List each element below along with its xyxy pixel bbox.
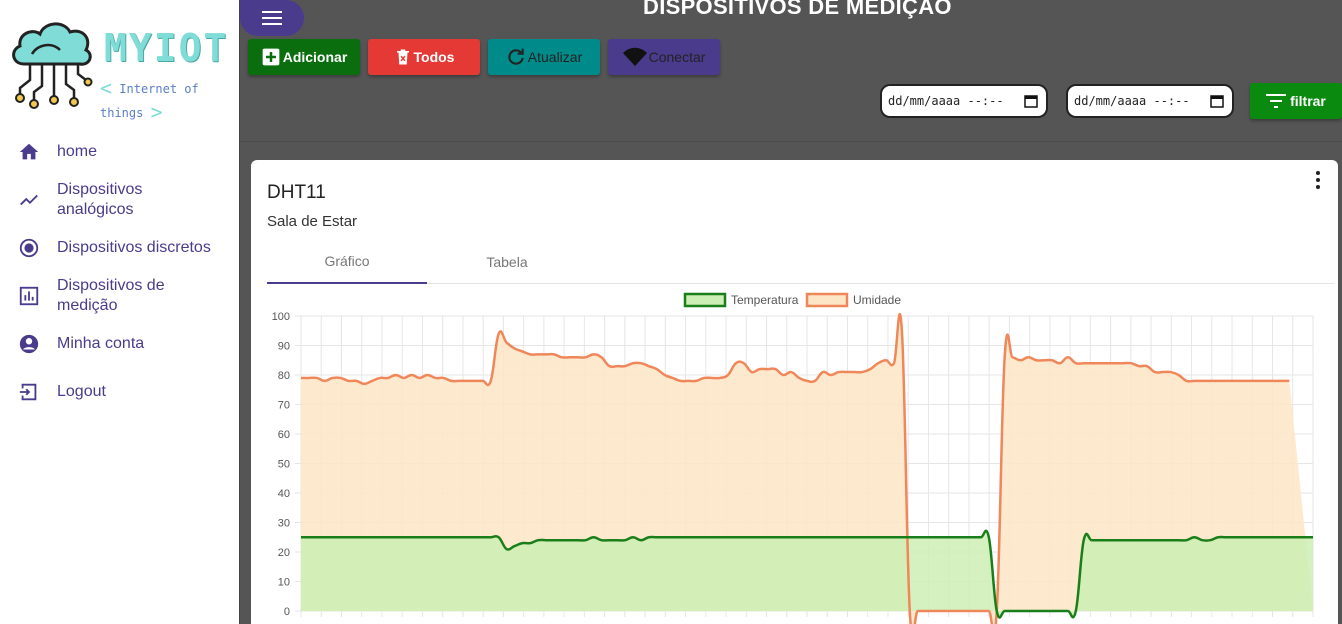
device-title: DHT11: [267, 182, 326, 203]
sidebar-nav: home Dispositivos analógicos Dispositivo…: [0, 128, 240, 416]
y-tick-label: 0: [284, 606, 290, 618]
bar-chart-icon: [16, 283, 42, 309]
brand-title: MYIOT: [104, 26, 229, 70]
refresh-button-label: Atualizar: [527, 49, 583, 65]
y-tick-label: 80: [278, 370, 290, 382]
sidebar-item-account[interactable]: Minha conta: [0, 320, 240, 368]
radio-button-icon: [16, 235, 42, 261]
card-tabs: Gráfico Tabela: [267, 240, 1334, 284]
device-card: DHT11 Sala de Estar Gráfico Tabela 0 10 20…: [251, 160, 1338, 624]
sidebar-item-label: Minha conta: [57, 335, 145, 352]
brand-subtitle-text: Internet of things: [100, 82, 199, 120]
legend-swatch-temperature: [683, 292, 727, 308]
legend-label-temperature: Temperatura: [731, 293, 799, 307]
legend-swatch-humidity: [805, 292, 849, 308]
chevron-right-icon: >: [150, 100, 163, 124]
delete-all-button-label: Todos: [413, 49, 455, 65]
measurement-chart: 0 10 20 30 40 50 60 70 80 90 100 Temperatura Umidade: [272, 292, 1314, 624]
home-icon: [16, 139, 42, 165]
sidebar-item-discrete-devices[interactable]: Dispositivos discretos: [0, 224, 240, 272]
header-divider: [240, 141, 1342, 142]
legend-label-humidity: Umidade: [853, 293, 901, 307]
start-datetime-placeholder: dd/mm/aaaa --:--: [888, 94, 1004, 108]
refresh-button[interactable]: Atualizar: [488, 39, 600, 75]
end-datetime-placeholder: dd/mm/aaaa --:--: [1074, 94, 1190, 108]
wifi-icon: [622, 47, 647, 66]
sidebar-item-logout[interactable]: Logout: [0, 368, 240, 416]
filter-button-label: filtrar: [1290, 93, 1326, 109]
menu-toggle-button[interactable]: [240, 0, 304, 36]
more-vert-icon: [1316, 171, 1320, 189]
filter-list-icon: [1266, 94, 1287, 108]
start-datetime-input[interactable]: dd/mm/aaaa --:--: [880, 84, 1048, 118]
more-options-button[interactable]: [1308, 170, 1328, 190]
logout-icon: [16, 379, 42, 405]
y-tick-label: 20: [278, 547, 290, 559]
y-tick-label: 70: [278, 400, 290, 412]
brand-subtitle: < Internet of things >: [100, 74, 234, 124]
y-tick-label: 30: [278, 518, 290, 530]
chevron-left-icon: <: [100, 76, 113, 100]
sidebar-item-label: Dispositivos analógicos: [57, 181, 143, 218]
y-tick-label: 60: [278, 429, 290, 441]
add-button-label: Adicionar: [282, 49, 348, 65]
end-datetime-input[interactable]: dd/mm/aaaa --:--: [1066, 84, 1234, 118]
add-button[interactable]: Adicionar: [248, 39, 360, 75]
page-title: DISPOSITIVOS DE MEDIÇÃO: [643, 0, 952, 19]
cloud-circuit-icon: [12, 22, 93, 109]
series-area-temperature: [301, 530, 1313, 618]
hamburger-icon: [262, 11, 282, 25]
sidebar-item-label: Logout: [57, 383, 106, 400]
y-tick-label: 100: [272, 311, 290, 323]
refresh-icon: [508, 48, 524, 65]
trending-up-icon: [16, 187, 42, 213]
device-location: Sala de Estar: [267, 213, 358, 230]
sidebar-item-label: home: [57, 143, 98, 160]
sidebar: MYIOT < Internet of things > home Dispos…: [0, 0, 240, 624]
filter-button[interactable]: filtrar: [1250, 83, 1342, 119]
logo: MYIOT < Internet of things >: [8, 14, 234, 124]
sidebar-item-home[interactable]: home: [0, 128, 240, 176]
tab-chart[interactable]: Gráfico: [267, 240, 427, 284]
sidebar-item-label: Dispositivos discretos: [57, 239, 211, 256]
calendar-icon[interactable]: [1210, 94, 1224, 108]
connect-button-label: Conectar: [648, 49, 706, 65]
y-tick-label: 90: [278, 341, 290, 353]
y-tick-label: 10: [278, 577, 290, 589]
account-circle-icon: [16, 331, 42, 357]
delete-icon: [396, 49, 409, 65]
delete-all-button[interactable]: Todos: [368, 39, 480, 75]
sidebar-item-label: Dispositivos de medição: [57, 277, 165, 314]
connect-button[interactable]: Conectar: [608, 39, 720, 75]
sidebar-item-measurement-devices[interactable]: Dispositivos de medição: [0, 272, 240, 320]
calendar-icon[interactable]: [1024, 94, 1038, 108]
y-tick-label: 40: [278, 488, 290, 500]
add-box-icon: [262, 48, 280, 66]
sidebar-item-analog-devices[interactable]: Dispositivos analógicos: [0, 176, 240, 224]
tab-table[interactable]: Tabela: [427, 240, 587, 284]
y-tick-label: 50: [278, 459, 290, 471]
